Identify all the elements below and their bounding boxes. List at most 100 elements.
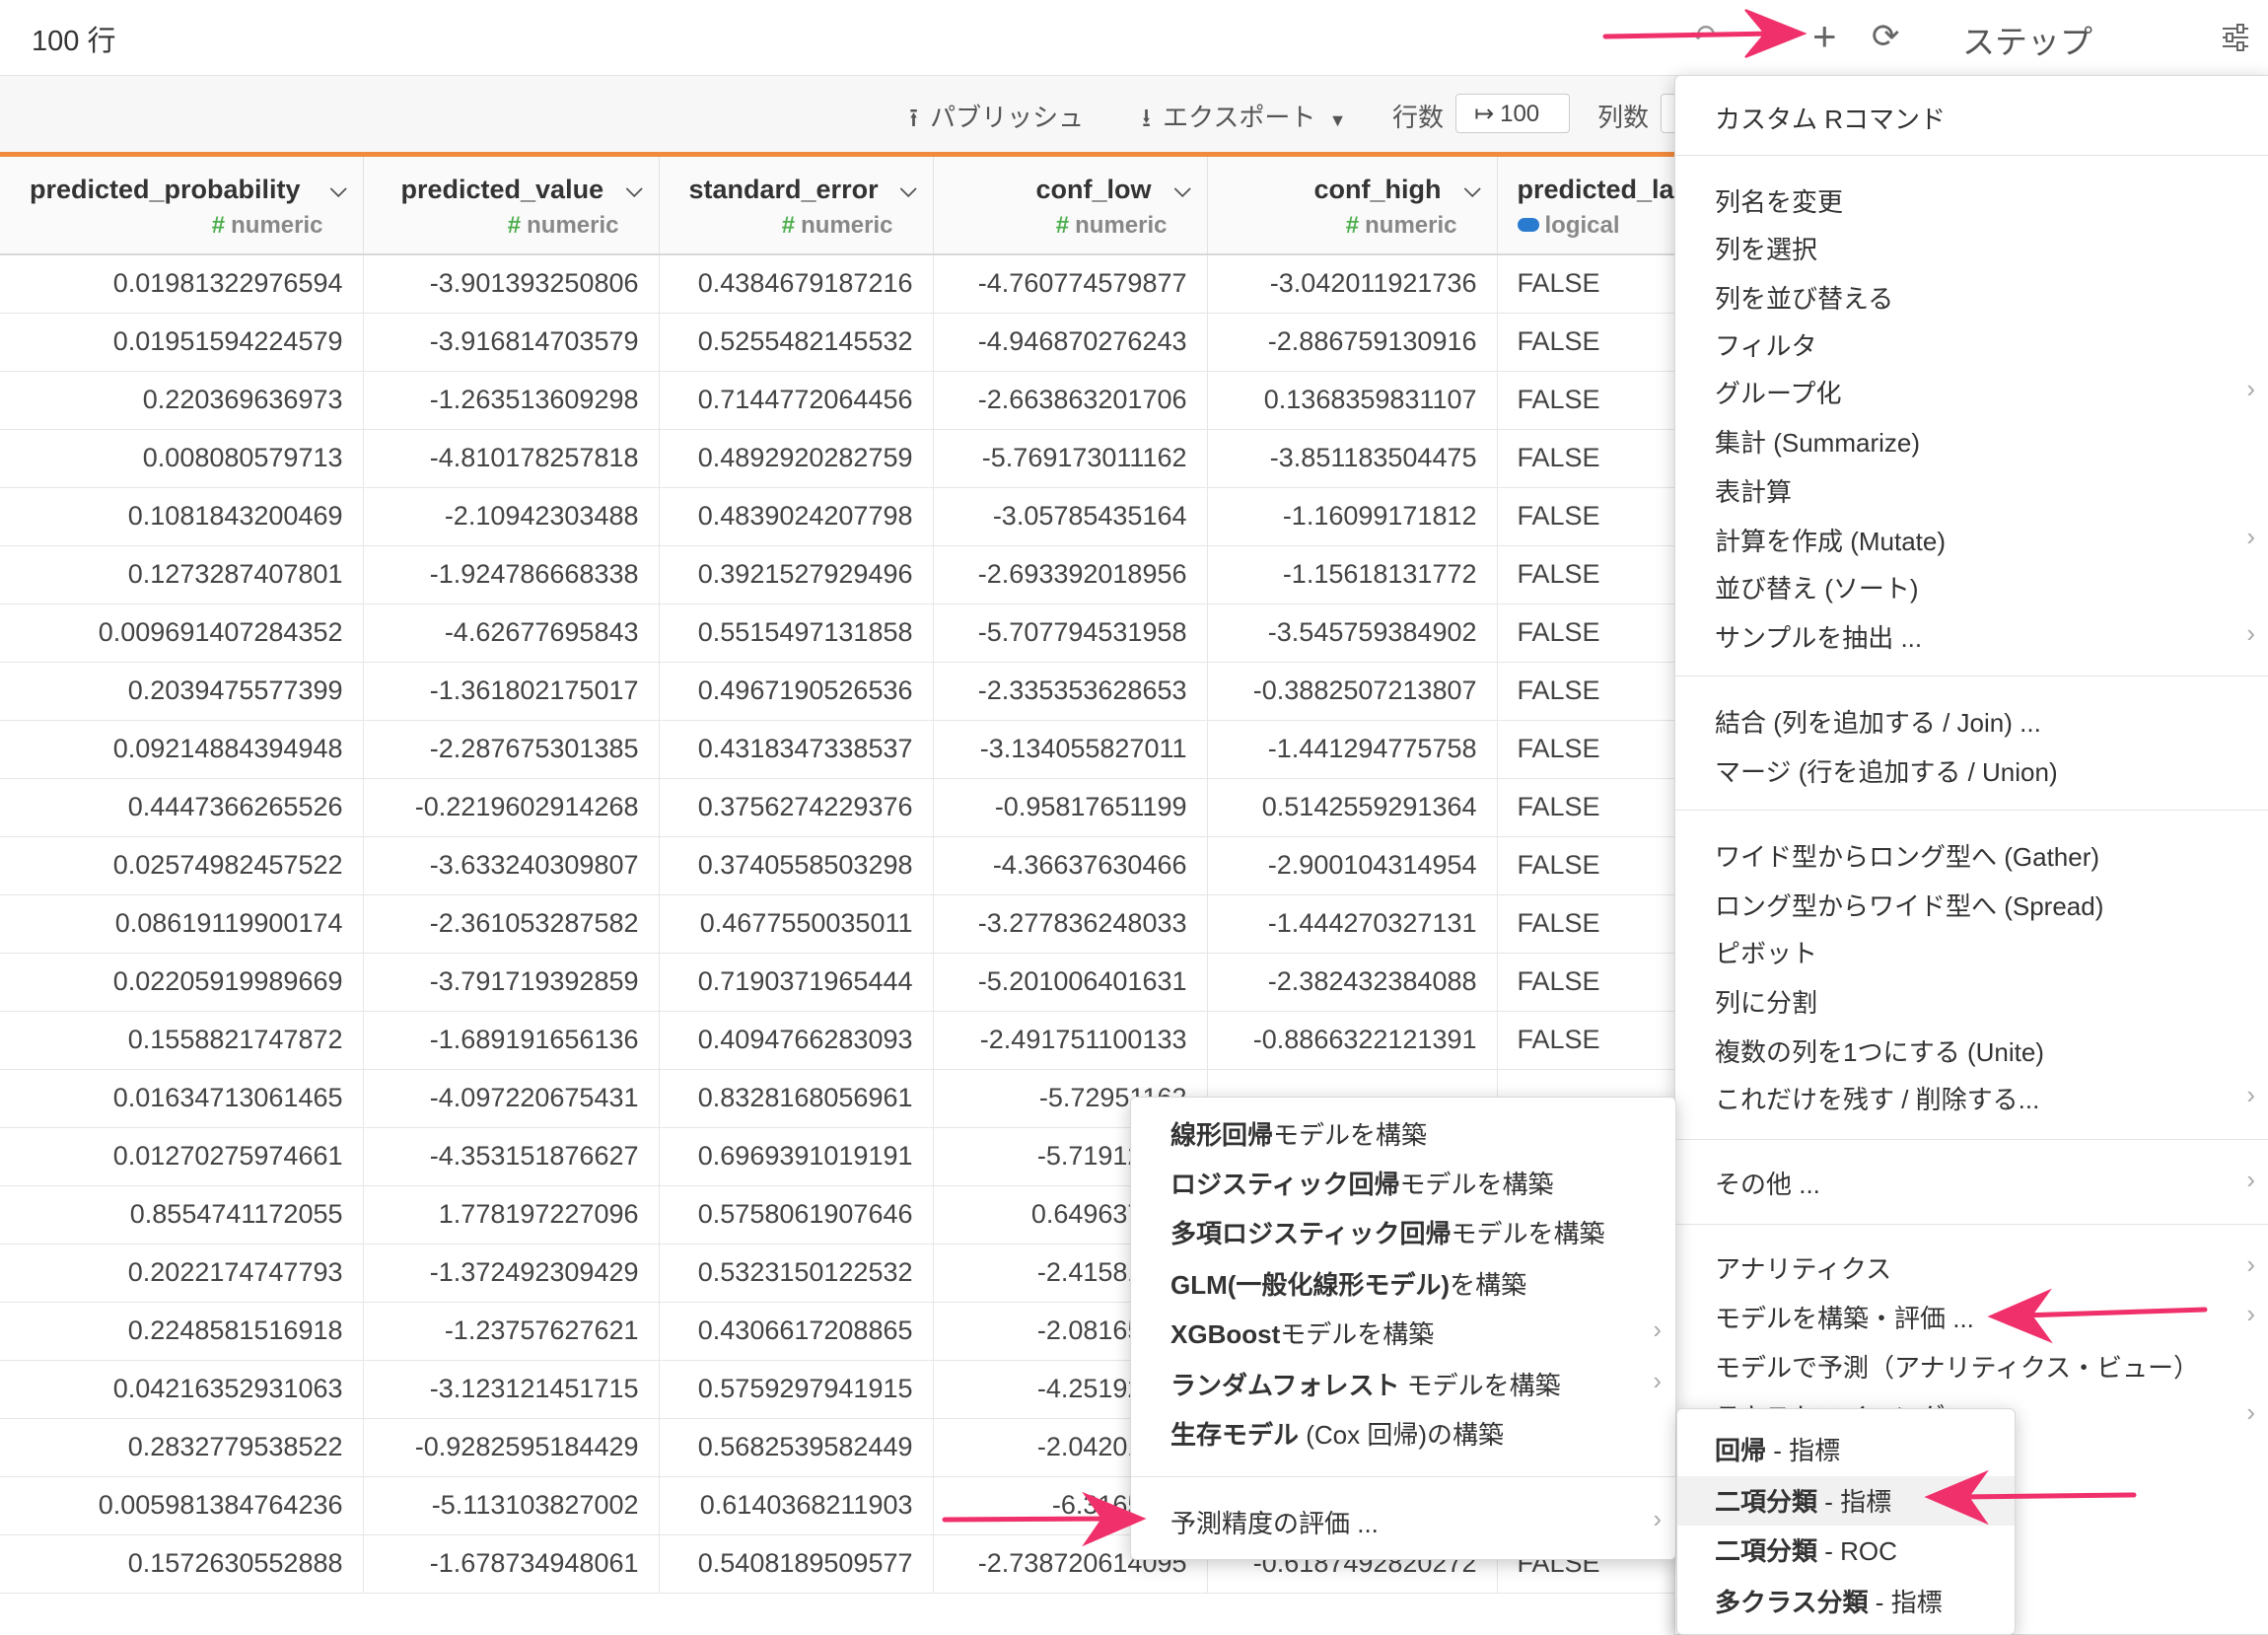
rows-icon: ↦	[1474, 101, 1495, 127]
menu-item-step[interactable]: 表計算	[1715, 472, 1792, 509]
table-cell: -2.491751100133	[933, 1011, 1208, 1070]
table-cell: 0.5758061907646	[659, 1185, 934, 1244]
table-cell: 0.08619119900174	[0, 894, 364, 954]
table-cell: -3.791719392859	[363, 953, 660, 1012]
table-cell: 0.7190371965444	[659, 953, 934, 1012]
menu-item-analytics[interactable]: アナリティクス	[1715, 1249, 1891, 1286]
column-header[interactable]: standard_error ⌵ # numeric	[659, 152, 934, 255]
table-cell: -3.916814703579	[363, 313, 660, 372]
menu-item-bold-label: 生存モデル	[1170, 1420, 1300, 1450]
column-header[interactable]: predicted_value ⌵ # numeric	[363, 152, 660, 255]
menu-separator	[1675, 155, 2268, 156]
logical-toggle-icon	[1517, 217, 1539, 232]
menu-item-step[interactable]: 並び替え (ソート)	[1715, 569, 1919, 605]
chevron-down-icon[interactable]: ⌵	[1174, 177, 1191, 202]
table-cell: FALSE	[1497, 778, 1676, 837]
column-type: logical	[1517, 212, 1620, 240]
table-cell: 0.5255482145532	[659, 313, 934, 372]
menu-item-metric[interactable]: 多クラス分類 - 指標	[1715, 1583, 1943, 1619]
chevron-down-icon[interactable]: ⌵	[330, 177, 347, 202]
table-cell: 0.5515497131858	[659, 604, 934, 663]
menu-item-bold-label: 線形回帰	[1170, 1120, 1274, 1150]
table-cell: 0.2832779538522	[0, 1418, 364, 1477]
chevron-down-icon[interactable]: ⌵	[900, 177, 917, 202]
table-cell: 0.1368359831107	[1207, 371, 1498, 430]
menu-item-step[interactable]: フィルタ	[1715, 326, 1816, 363]
menu-item-custom-r[interactable]: カスタム Rコマンド	[1715, 100, 1946, 136]
table-cell: 0.4306617208865	[659, 1302, 934, 1361]
menu-item-build-model[interactable]: 多項ロジスティック回帰モデルを構築	[1170, 1214, 1604, 1250]
chevron-down-icon[interactable]: ⌵	[1464, 177, 1481, 202]
menu-item-reshape[interactable]: 複数の列を1つにする (Unite)	[1715, 1032, 2044, 1069]
menu-item-analytics[interactable]: モデルを構築・評価 ...	[1715, 1299, 1974, 1335]
column-header[interactable]: conf_high ⌵ # numeric	[1207, 152, 1498, 255]
table-cell: -4.946870276243	[933, 313, 1208, 372]
menu-item-step[interactable]: 列を並び替える	[1715, 279, 1893, 316]
publish-button[interactable]: ⭱ パブリッシュ	[909, 98, 1084, 143]
menu-item-reshape[interactable]: ワイド型からロング型へ (Gather)	[1715, 837, 2099, 874]
menu-item-reshape[interactable]: 列に分割	[1715, 983, 1817, 1020]
menu-item-reshape[interactable]: ロング型からワイド型へ (Spread)	[1715, 887, 2103, 923]
table-row: 0.4447366265526 -0.2219602914268 0.3756274…	[0, 778, 1676, 837]
add-step-icon[interactable]: +	[1812, 12, 1837, 61]
refresh-icon[interactable]: ⟳	[1872, 12, 1900, 61]
menu-item-build-model[interactable]: ロジスティック回帰モデルを構築	[1170, 1165, 1553, 1201]
menu-item-build-model[interactable]: ランダムフォレスト モデルを構築	[1170, 1366, 1561, 1402]
menu-separator	[1675, 675, 2268, 676]
export-button[interactable]: ⭳ エクスポート ▼	[1142, 98, 1346, 143]
menu-item-label: モデルを構築	[1399, 1371, 1561, 1400]
menu-item-step[interactable]: 計算を作成 (Mutate)	[1715, 522, 1946, 558]
menu-item-step[interactable]: 列を選択	[1715, 230, 1817, 266]
menu-item-reshape[interactable]: これだけを残す / 削除する...	[1715, 1080, 2039, 1116]
menu-item-build-model[interactable]: XGBoostモデルを構築	[1170, 1315, 1434, 1351]
numeric-hash-icon: #	[1345, 212, 1360, 239]
menu-separator	[1675, 1224, 2268, 1225]
menu-item-step[interactable]: 列名を変更	[1715, 182, 1843, 219]
menu-item-step[interactable]: 集計 (Summarize)	[1715, 423, 1920, 460]
table-cell: -0.3882507213807	[1207, 662, 1498, 721]
table-cell: -1.16099171812	[1207, 487, 1498, 546]
table-row: 0.1081843200469 -2.10942303488 0.483902420…	[0, 487, 1676, 546]
menu-item-build-model[interactable]: 線形回帰モデルを構築	[1170, 1115, 1427, 1152]
table-cell: -3.901393250806	[363, 254, 660, 314]
menu-item-analytics[interactable]: モデルで予測（アナリティクス・ビュー）	[1715, 1348, 2199, 1385]
column-header[interactable]: predicted_probability ⌵ # numeric	[0, 152, 364, 255]
menu-item-build-model[interactable]: GLM(一般化線形モデル)を構築	[1170, 1265, 1526, 1302]
column-type-label: numeric	[527, 212, 619, 239]
table-cell: 0.1273287407801	[0, 545, 364, 604]
table-cell: 0.4677550035011	[659, 894, 934, 954]
menu-item-join[interactable]: マージ (行を追加する / Union)	[1715, 752, 2058, 789]
table-cell: 0.6969391019191	[659, 1127, 934, 1186]
table-cell: -0.8866322121391	[1207, 1011, 1498, 1070]
menu-item-join[interactable]: 結合 (列を追加する / Join) ...	[1715, 703, 2041, 740]
undo-icon[interactable]: ↶	[1691, 12, 1716, 61]
table-cell: FALSE	[1497, 429, 1676, 488]
rows-input[interactable]: ↦ 100	[1455, 94, 1570, 133]
numeric-hash-icon: #	[211, 212, 226, 239]
chevron-right-icon: ›	[2246, 1080, 2255, 1109]
table-cell: -1.372492309429	[363, 1244, 660, 1303]
chevron-down-icon[interactable]: ⌵	[626, 177, 643, 202]
menu-item-other[interactable]: その他 ...	[1715, 1165, 1820, 1201]
menu-item-build-model[interactable]: 生存モデル (Cox 回帰)の構築	[1170, 1415, 1504, 1452]
menu-item-bold-label: ランダムフォレスト	[1170, 1371, 1400, 1400]
table-cell: FALSE	[1497, 662, 1676, 721]
menu-item-evaluate-accuracy[interactable]: 予測精度の評価 ...	[1170, 1504, 1379, 1540]
table-cell: 0.5759297941915	[659, 1360, 934, 1419]
menu-item-step[interactable]: サンプルを抽出 ...	[1715, 618, 1922, 655]
table-cell: -3.277836248033	[933, 894, 1208, 954]
menu-item-metric[interactable]: 回帰 - 指標	[1715, 1431, 1840, 1467]
table-cell: 1.778197227096	[363, 1185, 660, 1244]
download-icon: ⭳	[1142, 103, 1152, 132]
column-type-label: numeric	[231, 212, 323, 239]
steps-settings-icon[interactable]	[2221, 24, 2250, 51]
menu-item-step[interactable]: グループ化	[1715, 374, 1841, 410]
menu-item-metric[interactable]: 二項分類 - ROC	[1715, 1531, 1897, 1568]
table-cell: FALSE	[1497, 254, 1676, 314]
column-header[interactable]: conf_low ⌵ # numeric	[933, 152, 1208, 255]
menu-item-reshape[interactable]: ピボット	[1715, 934, 1817, 970]
column-type: # numeric	[212, 212, 323, 240]
table-cell: 0.01634713061465	[0, 1069, 364, 1128]
menu-item-metric[interactable]: 二項分類 - 指標	[1715, 1482, 1891, 1519]
column-header[interactable]: predicted_la logical	[1497, 152, 1676, 255]
